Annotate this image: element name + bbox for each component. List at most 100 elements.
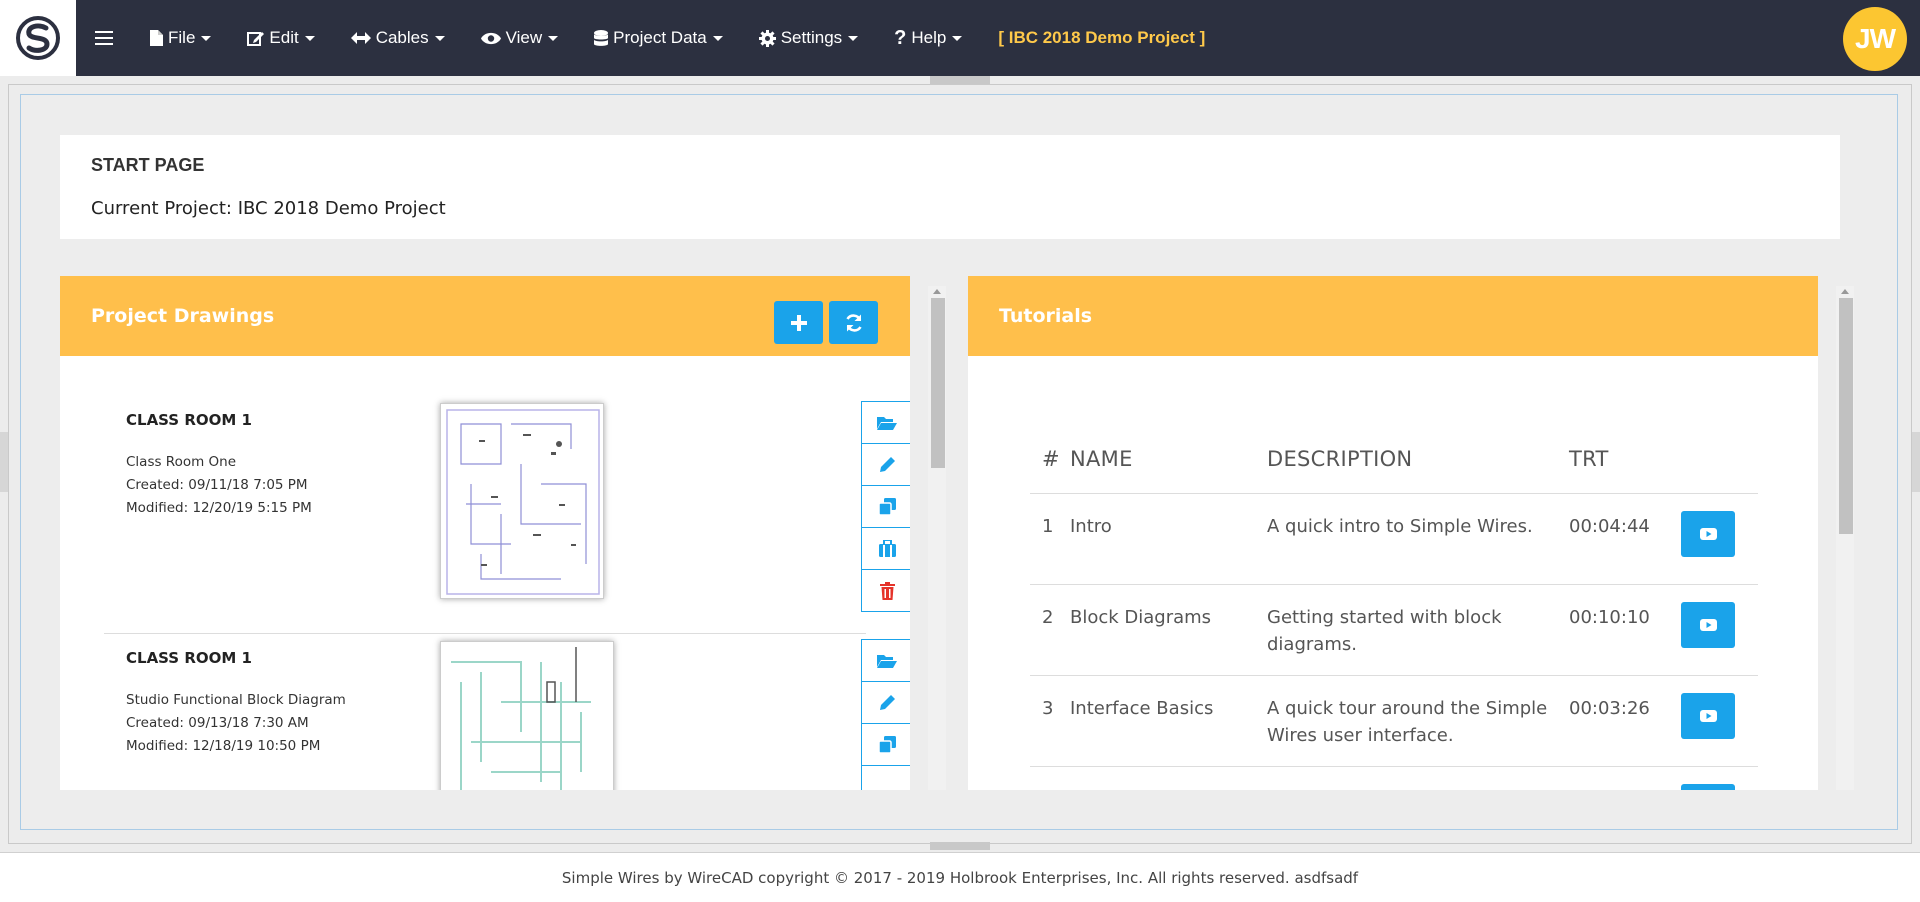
database-icon — [594, 29, 609, 47]
table-row: 2 Block Diagrams Getting started with bl… — [1030, 584, 1758, 676]
drawings-scrollbar[interactable] — [928, 286, 946, 790]
play-video-button[interactable] — [1681, 510, 1735, 557]
copy-icon — [878, 736, 896, 753]
splitter-handle-bottom[interactable] — [930, 842, 990, 850]
copy-drawing-button[interactable] — [861, 485, 910, 528]
hamburger-menu-button[interactable] — [76, 0, 132, 76]
tutorial-action-cell — [1681, 493, 1758, 585]
splitter-handle-right[interactable] — [1912, 432, 1920, 492]
edit-drawing-button[interactable] — [861, 443, 910, 486]
folder-open-icon — [877, 654, 897, 668]
tutorial-number: 4 — [1030, 766, 1070, 790]
drawing-modified: Modified: 12/20/19 5:15 PM — [126, 500, 312, 516]
tutorial-description: A quick intro to Simple Wires. — [1267, 493, 1569, 585]
menu-settings[interactable]: Settings — [741, 0, 876, 76]
table-header-row: # NAME DESCRIPTION TRT — [1030, 426, 1758, 494]
play-video-button[interactable] — [1681, 783, 1735, 790]
drawing-description: Class Room One — [126, 454, 237, 470]
package-drawing-button[interactable] — [861, 527, 910, 570]
youtube-icon — [1699, 527, 1717, 540]
tutorial-description: How Simple Wires deals with — [1267, 766, 1569, 790]
column-header-trt: TRT — [1569, 426, 1681, 494]
user-avatar[interactable]: JW — [1843, 7, 1907, 71]
drawing-created: Created: 09/11/18 7:05 PM — [126, 477, 308, 493]
drawing-title: CLASS ROOM 1 — [126, 649, 252, 667]
column-header-number: # — [1030, 426, 1070, 494]
menu-cables[interactable]: Cables — [333, 0, 463, 76]
current-project-tag: [ IBC 2018 Demo Project ] — [998, 28, 1206, 47]
chevron-down-icon — [848, 35, 859, 41]
drawing-thumbnail[interactable] — [440, 403, 604, 599]
scroll-up-arrow-icon[interactable] — [1841, 289, 1849, 294]
chevron-down-icon — [434, 35, 445, 41]
tutorial-description: A quick tour around the Simple Wires use… — [1267, 675, 1569, 767]
youtube-icon — [1699, 618, 1717, 631]
chevron-down-icon — [548, 35, 559, 41]
tutorial-action-cell — [1681, 766, 1758, 790]
plus-icon — [790, 314, 807, 331]
menu-settings-label: Settings — [780, 28, 843, 47]
start-page-card: START PAGE Current Project: IBC 2018 Dem… — [60, 135, 1840, 239]
drawing-details: Class Room One Created: 09/11/18 7:05 PM… — [126, 451, 312, 520]
chevron-down-icon — [201, 35, 212, 41]
page-title: START PAGE — [91, 155, 205, 175]
tutorial-trt: 00:01:10 — [1569, 766, 1681, 790]
column-header-description: DESCRIPTION — [1267, 426, 1569, 494]
column-header-action — [1681, 426, 1758, 494]
splitter-handle-left[interactable] — [0, 432, 8, 492]
menu-project-data[interactable]: Project Data — [576, 0, 741, 76]
gear-icon — [758, 29, 776, 47]
project-drawings-title: Project Drawings — [91, 305, 275, 327]
edit-drawing-button[interactable] — [861, 681, 910, 724]
tutorials-panel: Tutorials # NAME DESCRIPTION TRT 1 Intro… — [968, 276, 1818, 790]
menu-help-label: Help — [911, 28, 947, 47]
menu-edit[interactable]: Edit — [229, 0, 332, 76]
menu-view-label: View — [505, 28, 543, 47]
menu-cables-label: Cables — [375, 28, 429, 47]
copyright-text: Simple Wires by WireCAD copyright © 2017… — [561, 868, 1359, 887]
trash-icon — [879, 581, 895, 600]
current-project-label: Current Project: IBC 2018 Demo Project — [91, 198, 446, 219]
drawing-modified: Modified: 12/18/19 10:50 PM — [126, 738, 321, 754]
arrows-horizontal-icon — [350, 32, 371, 44]
tutorial-name: Block Diagrams — [1070, 584, 1267, 676]
menu-file-label: File — [168, 28, 196, 47]
tutorial-description: Getting started with block diagrams. — [1267, 584, 1569, 676]
folder-open-icon — [877, 416, 897, 430]
menu-help[interactable]: ? Help — [876, 0, 980, 76]
scrollbar-thumb[interactable] — [931, 298, 945, 468]
app-logo[interactable] — [0, 0, 76, 76]
chevron-down-icon — [304, 35, 315, 41]
tutorials-table: # NAME DESCRIPTION TRT 1 Intro A quick i… — [1030, 426, 1758, 790]
tutorial-action-cell — [1681, 584, 1758, 676]
menu-view[interactable]: View — [463, 0, 577, 76]
menu-file[interactable]: File — [132, 0, 229, 76]
tutorials-scrollbar[interactable] — [1836, 286, 1854, 790]
tutorial-name: Intro — [1070, 493, 1267, 585]
scrollbar-thumb[interactable] — [1839, 298, 1853, 534]
question-icon: ? — [894, 26, 907, 49]
package-drawing-button[interactable] — [861, 765, 910, 790]
drawing-description: Studio Functional Block Diagram — [126, 692, 346, 708]
tutorials-title: Tutorials — [999, 305, 1093, 327]
tutorial-trt: 00:04:44 — [1569, 493, 1681, 585]
play-video-button[interactable] — [1681, 692, 1735, 739]
drawing-item: CLASS ROOM 1 Studio Functional Block Dia… — [104, 632, 910, 790]
pencil-icon — [879, 457, 895, 472]
copy-drawing-button[interactable] — [861, 723, 910, 766]
add-drawing-button[interactable] — [774, 301, 823, 344]
project-drawings-header: Project Drawings — [60, 276, 910, 356]
hamburger-icon — [95, 29, 113, 47]
refresh-drawings-button[interactable] — [829, 301, 878, 344]
open-drawing-button[interactable] — [861, 401, 910, 444]
open-drawing-button[interactable] — [861, 639, 910, 682]
play-video-button[interactable] — [1681, 601, 1735, 648]
drawing-created: Created: 09/13/18 7:30 AM — [126, 715, 309, 731]
delete-drawing-button[interactable] — [861, 569, 910, 612]
tutorial-action-cell — [1681, 675, 1758, 767]
scroll-up-arrow-icon[interactable] — [933, 289, 941, 294]
drawing-thumbnail[interactable] — [440, 641, 614, 790]
splitter-handle-top[interactable] — [930, 76, 990, 84]
file-icon — [150, 30, 163, 46]
tutorial-trt: 00:03:26 — [1569, 675, 1681, 767]
